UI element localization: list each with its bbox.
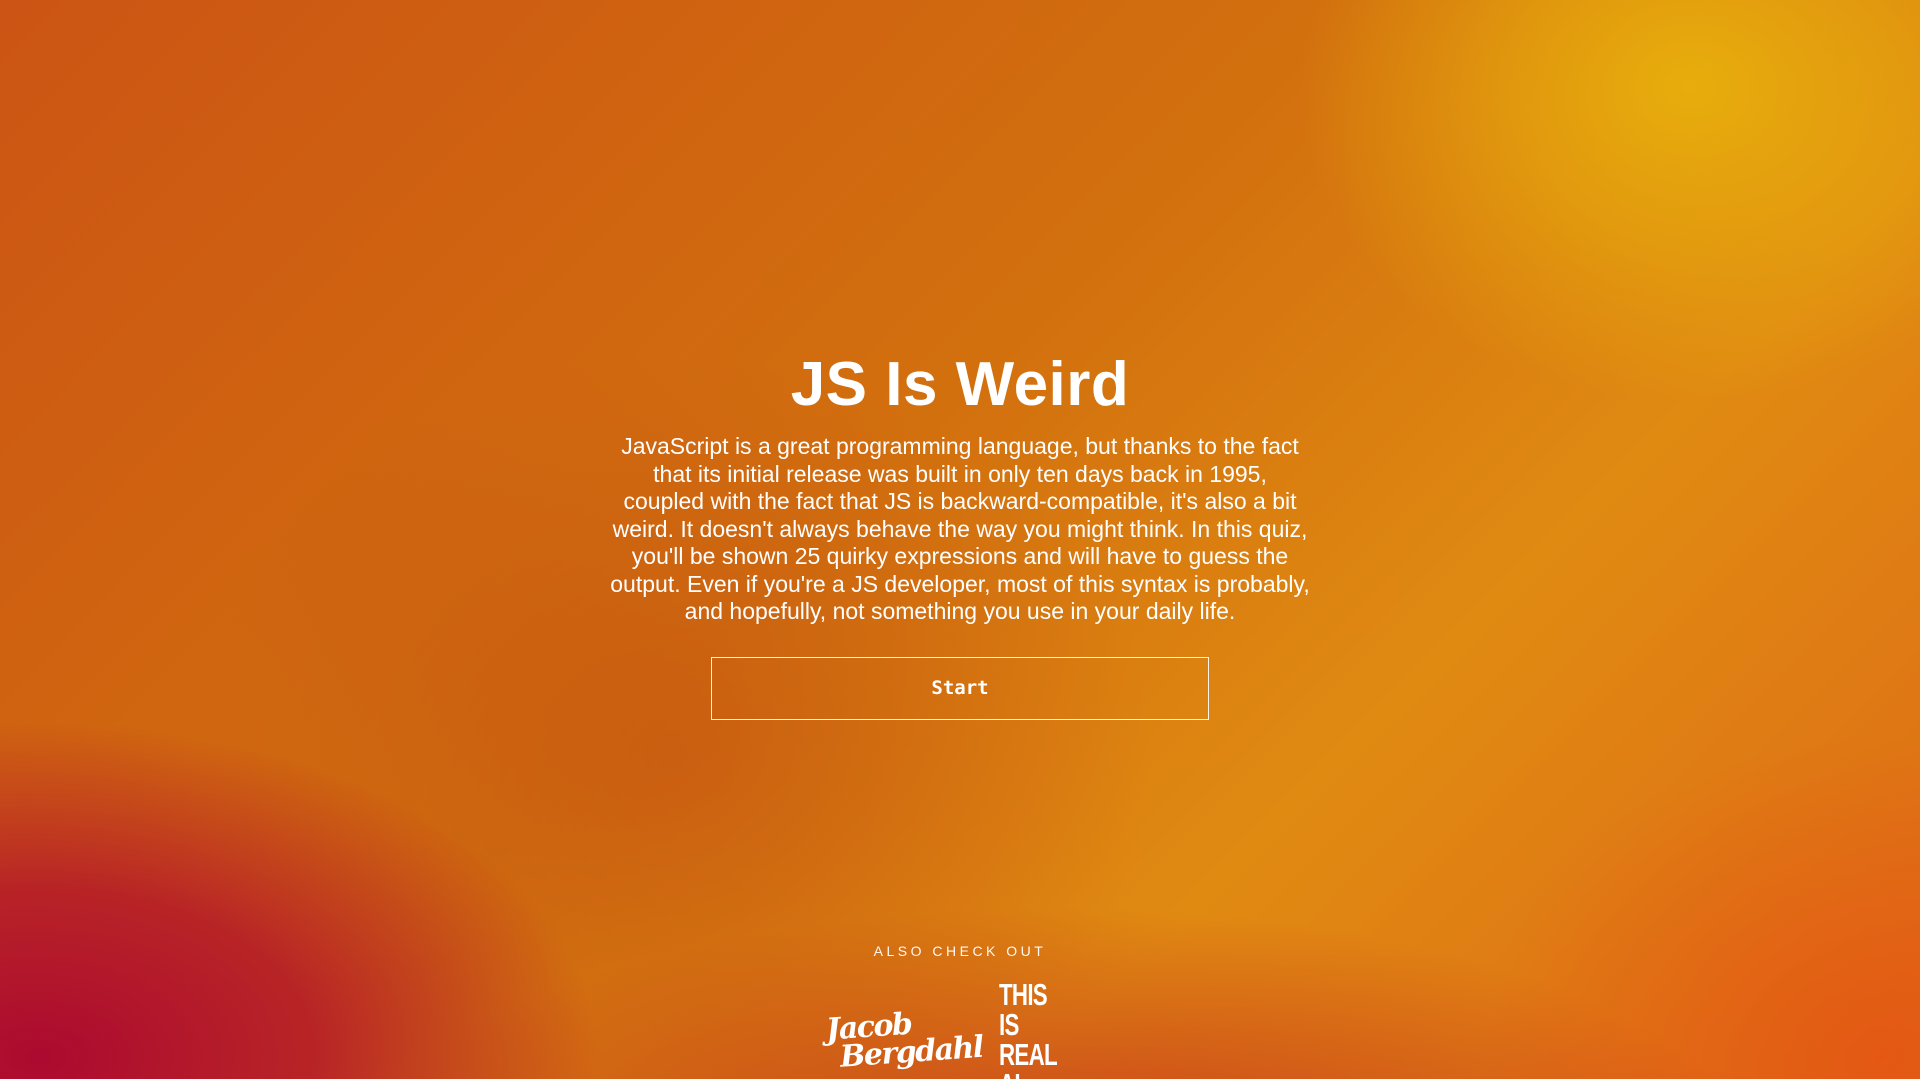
logo-line: THIS IS (999, 977, 1048, 1042)
jacob-bergdahl-logo[interactable]: Jacob Bergdahl (825, 1007, 984, 1075)
also-check-out-section: ALSO CHECK OUT Jacob Bergdahl THIS IS RE… (0, 942, 1920, 1079)
logo-row: Jacob Bergdahl THIS IS REAL AI (825, 977, 1093, 1079)
start-button[interactable]: Start (711, 656, 1209, 720)
logo-line: REAL AI (999, 1037, 1057, 1079)
logo-line: Bergdahl (838, 1029, 984, 1075)
page-title: JS Is Weird (790, 350, 1130, 419)
this-is-real-ai-logo[interactable]: THIS IS REAL AI (999, 977, 1067, 1079)
also-check-out-label: ALSO CHECK OUT (873, 943, 1047, 959)
intro-text: JavaScript is a great programming langua… (610, 433, 1310, 624)
intro-panel: JS Is Weird JavaScript is a great progra… (0, 345, 1920, 720)
